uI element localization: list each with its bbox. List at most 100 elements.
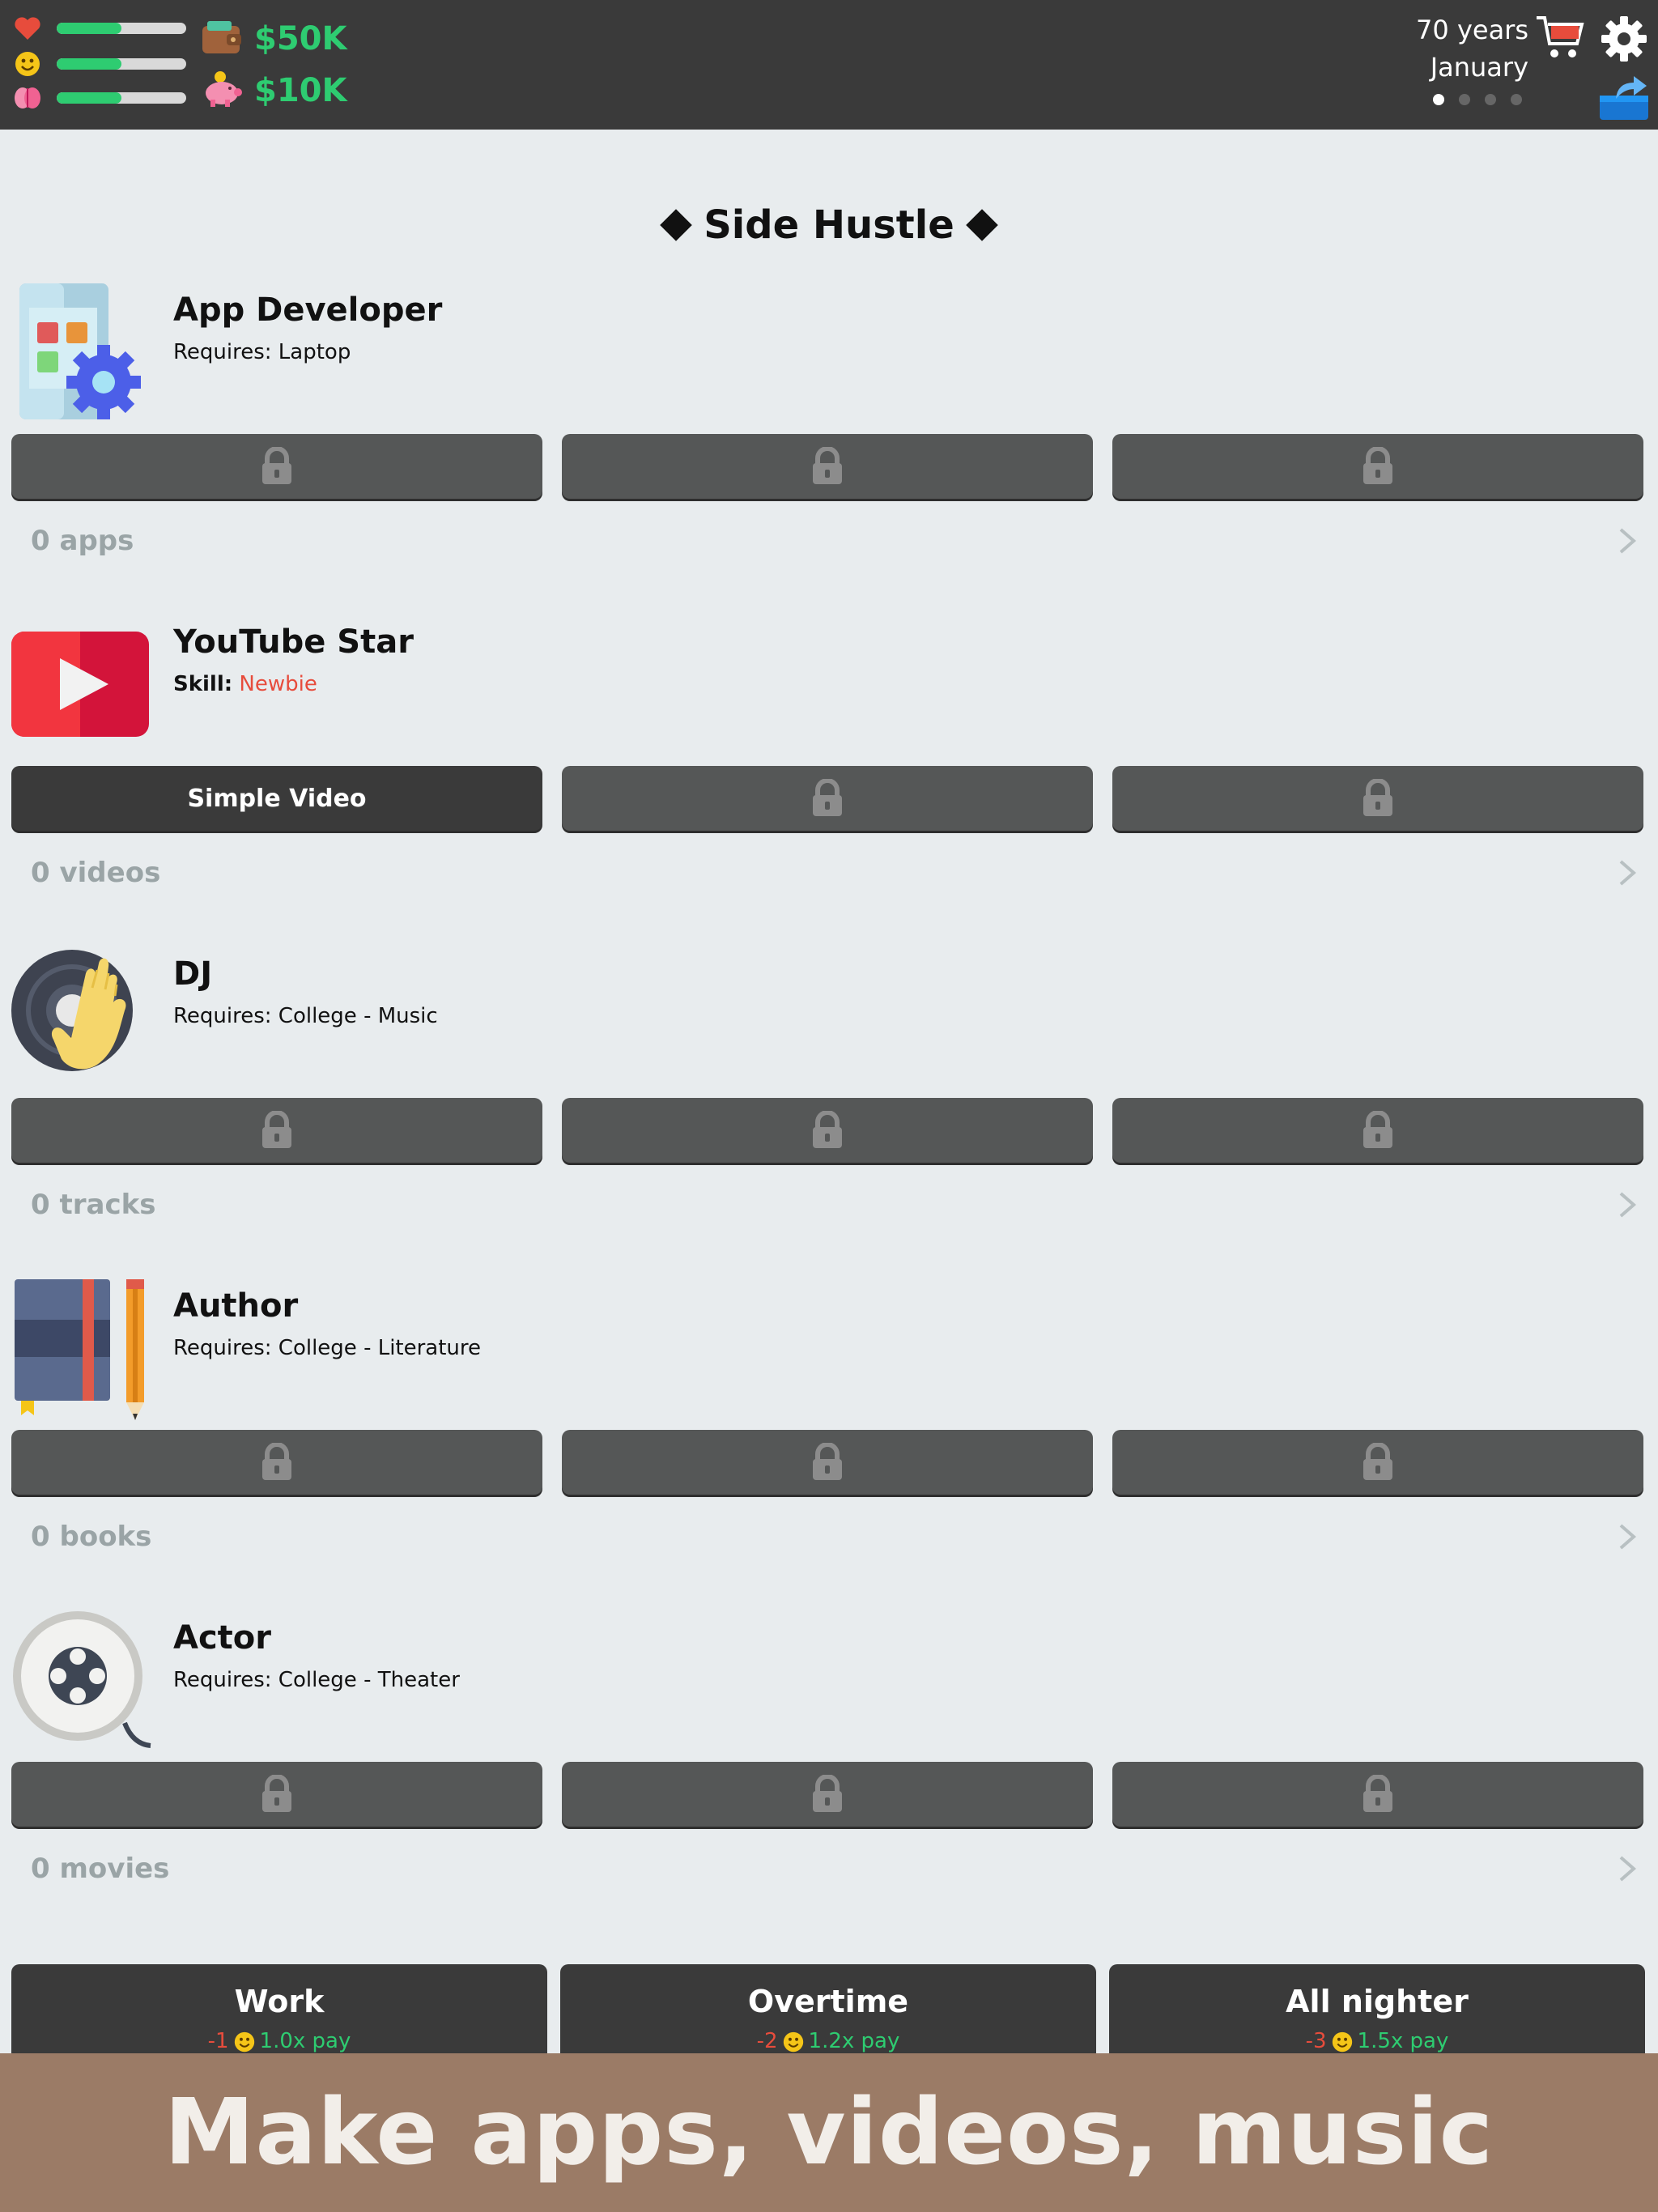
output-count[interactable]: 0 videos (31, 857, 160, 889)
month-text: January (1430, 52, 1528, 83)
lock-icon (810, 1110, 845, 1150)
page-dot[interactable] (1433, 94, 1444, 105)
locked-action-button[interactable] (562, 1098, 1093, 1163)
health-bar (57, 23, 186, 34)
pay-multiplier: 1.5x pay (1357, 2029, 1449, 2053)
page-dot[interactable] (1459, 94, 1470, 105)
hustle-app-developer: App Developer Requires: Laptop 0 apps (0, 282, 1658, 614)
pay-multiplier: 1.0x pay (259, 2029, 351, 2053)
output-count[interactable]: 0 movies (31, 1853, 169, 1885)
requirement-value: College - Theater (278, 1668, 460, 1692)
work-effects: -2 1.2x pay (560, 2029, 1096, 2053)
output-count[interactable]: 0 tracks (31, 1189, 155, 1221)
happiness-change: -2 (756, 2029, 778, 2053)
chevron-right-icon[interactable] (1616, 1189, 1639, 1221)
lock-icon (810, 1442, 845, 1482)
locked-action-button[interactable] (1112, 1762, 1643, 1827)
smiley-icon (234, 2031, 255, 2052)
chevron-right-icon[interactable] (1616, 1521, 1639, 1553)
locked-action-button[interactable] (1112, 766, 1643, 831)
requirement-value: College - Literature (278, 1336, 482, 1360)
output-count[interactable]: 0 books (31, 1521, 151, 1553)
lock-icon (810, 778, 845, 818)
savings-amount: $10K (254, 72, 347, 109)
requirement-label: Requires: (173, 1336, 272, 1360)
chevron-right-icon[interactable] (1616, 857, 1639, 889)
hustle-requirement: Requires: College - Literature (173, 1336, 481, 1360)
page-dot[interactable] (1511, 94, 1522, 105)
lock-icon (259, 1774, 295, 1814)
output-count[interactable]: 0 apps (31, 525, 134, 557)
work-title: Overtime (747, 1984, 909, 2019)
locked-action-button[interactable] (562, 1430, 1093, 1495)
hustle-name: DJ (173, 955, 213, 993)
locked-action-button[interactable] (11, 434, 542, 499)
share-icon[interactable] (1598, 71, 1650, 123)
lock-icon (1360, 778, 1396, 818)
locked-action-button[interactable] (1112, 1430, 1643, 1495)
requirement-label: Requires: (173, 1668, 272, 1692)
hustle-requirement: Requires: College - Theater (173, 1668, 460, 1692)
book-icon (11, 1278, 149, 1420)
chevron-right-icon[interactable] (1616, 1853, 1639, 1885)
promo-banner: Make apps, videos, music (0, 2053, 1658, 2212)
hustle-name: App Developer (173, 291, 443, 329)
simple-video-button[interactable]: Simple Video (11, 766, 542, 831)
locked-action-button[interactable] (11, 1430, 542, 1495)
chevron-right-icon[interactable] (1616, 525, 1639, 557)
hustle-requirement: Requires: College - Music (173, 1004, 438, 1028)
diamond-icon (660, 209, 693, 241)
dj-icon (11, 946, 149, 1083)
smarts-bar (57, 92, 186, 104)
smiley-icon (1332, 2031, 1353, 2052)
happiness-change: -3 (1305, 2029, 1327, 2053)
shopping-cart-icon[interactable] (1535, 11, 1587, 63)
locked-action-button[interactable] (11, 1762, 542, 1827)
simple-video-label: Simple Video (187, 784, 367, 813)
brain-icon (13, 83, 42, 113)
diamond-icon (965, 209, 998, 241)
lock-icon (1360, 1774, 1396, 1814)
smarts-stat (13, 79, 186, 117)
hustle-name: YouTube Star (173, 623, 414, 661)
film-reel-icon (11, 1610, 151, 1748)
age-text: 70 years (1416, 15, 1528, 45)
locked-action-button[interactable] (1112, 1098, 1643, 1163)
savings-display[interactable]: $10K (201, 66, 347, 115)
age-display: 70 years January (1416, 11, 1528, 86)
skill-value: Newbie (239, 672, 317, 696)
lock-icon (259, 446, 295, 486)
cash-amount: $50K (254, 20, 347, 57)
happiness-stat (13, 45, 186, 83)
page-dot[interactable] (1485, 94, 1496, 105)
skill-label: Skill: (173, 672, 233, 696)
top-bar: $50K $10K 70 years January (0, 0, 1658, 130)
hustle-actor: Actor Requires: College - Theater 0 movi… (0, 1610, 1658, 1942)
lock-icon (810, 1774, 845, 1814)
health-stat (13, 10, 186, 47)
hustle-requirement: Requires: Laptop (173, 340, 351, 364)
locked-action-button[interactable] (562, 766, 1093, 831)
banner-text: Make apps, videos, music (164, 2080, 1494, 2185)
locked-action-button[interactable] (11, 1098, 542, 1163)
happiness-change: -1 (207, 2029, 229, 2053)
lock-icon (1360, 1110, 1396, 1150)
smiley-icon (13, 49, 42, 79)
happiness-bar (57, 58, 186, 70)
locked-action-button[interactable] (562, 1762, 1093, 1827)
locked-action-button[interactable] (1112, 434, 1643, 499)
requirement-label: Requires: (173, 340, 272, 364)
heart-icon (13, 14, 42, 43)
lock-icon (259, 1442, 295, 1482)
gear-icon[interactable] (1600, 15, 1648, 63)
hustle-name: Author (173, 1287, 299, 1325)
hustle-dj: DJ Requires: College - Music 0 tracks (0, 946, 1658, 1278)
cash-display[interactable]: $50K (201, 15, 347, 63)
app-dev-icon (11, 282, 149, 419)
lock-icon (810, 446, 845, 486)
hustle-name: Actor (173, 1619, 271, 1657)
work-title: Work (234, 1984, 325, 2019)
locked-action-button[interactable] (562, 434, 1093, 499)
lock-icon (1360, 1442, 1396, 1482)
page-indicator[interactable] (1433, 94, 1522, 105)
